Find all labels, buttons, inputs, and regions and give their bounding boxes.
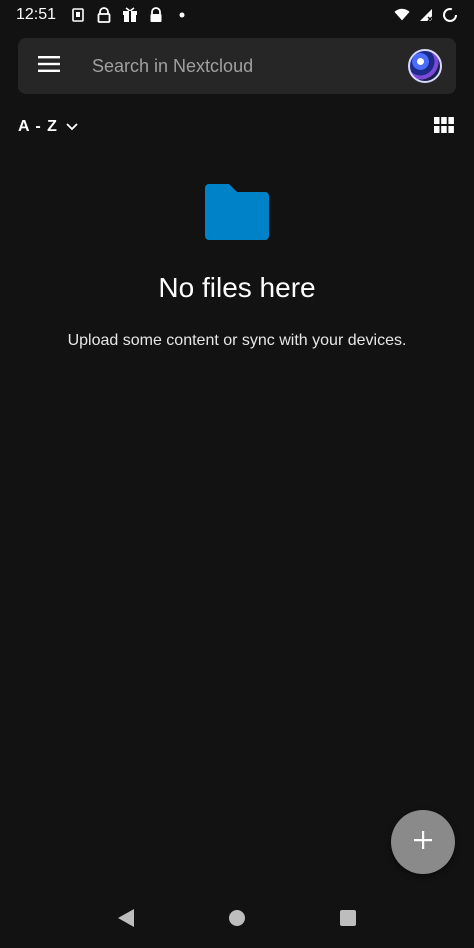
navigation-bar (0, 892, 474, 948)
add-button[interactable] (391, 810, 455, 874)
grid-view-icon (434, 116, 454, 138)
home-icon (228, 909, 246, 932)
status-icons-right (394, 7, 458, 23)
empty-state: No files here Upload some content or syn… (0, 180, 474, 350)
grid-view-button[interactable] (432, 115, 456, 139)
status-bar: 12:51 (0, 0, 474, 30)
folder-icon (201, 180, 273, 244)
battery-icon (442, 7, 458, 23)
status-icons-left (70, 7, 190, 23)
plus-icon (413, 830, 433, 855)
empty-state-subtitle: Upload some content or sync with your de… (67, 332, 407, 349)
sort-label: A - Z (18, 118, 58, 135)
dot-icon (174, 7, 190, 23)
menu-button[interactable] (18, 38, 80, 94)
home-button[interactable] (217, 900, 257, 940)
back-button[interactable] (106, 900, 146, 940)
recents-button[interactable] (328, 900, 368, 940)
gift-icon (122, 7, 138, 23)
empty-state-title: No files here (158, 272, 316, 303)
recents-icon (339, 909, 357, 932)
lock-icon (148, 7, 164, 23)
lock-icon (96, 7, 112, 23)
sort-button[interactable]: A - Z (18, 118, 78, 136)
status-time: 12:51 (16, 6, 57, 23)
sort-row: A - Z (18, 112, 456, 142)
wifi-icon (394, 7, 410, 23)
avatar[interactable] (408, 49, 442, 83)
search-input[interactable]: Search in Nextcloud (92, 56, 408, 77)
back-icon (117, 908, 135, 933)
hamburger-menu-icon (38, 55, 60, 77)
sim-icon (70, 7, 86, 23)
chevron-down-icon (66, 118, 78, 136)
search-bar[interactable]: Search in Nextcloud (18, 38, 456, 94)
signal-icon (418, 7, 434, 23)
